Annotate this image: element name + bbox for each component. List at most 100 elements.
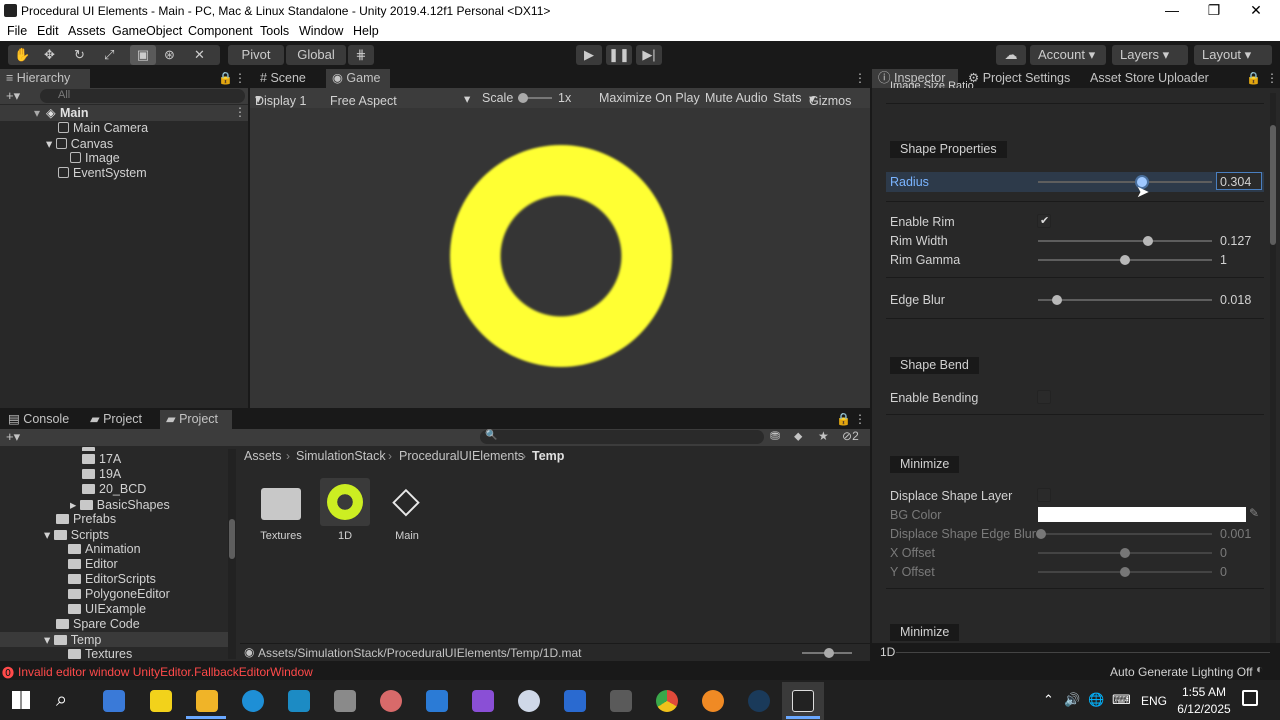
edge-blur-value[interactable]: 0.018	[1220, 293, 1251, 307]
blender-icon[interactable]	[702, 690, 724, 712]
icon-size-slider-knob[interactable]	[824, 648, 834, 658]
rim-width-slider-knob[interactable]	[1142, 236, 1153, 246]
menu-assets[interactable]: Assets	[68, 24, 106, 38]
network-icon[interactable]: 🌐	[1088, 692, 1104, 708]
menu-help[interactable]: Help	[353, 24, 379, 38]
grid-snap-icon[interactable]: ⋕	[348, 45, 374, 65]
status-error-message[interactable]: Invalid editor window UnityEditor.Fallba…	[18, 665, 313, 679]
pivot-toggle[interactable]: Pivot	[228, 45, 284, 65]
inspector-scrollbar[interactable]	[1270, 93, 1276, 653]
tree-item-scripts[interactable]: ▾ Scripts	[44, 527, 109, 542]
clock-time[interactable]: 1:55 AM	[1174, 685, 1234, 699]
tree-item-editorscripts[interactable]: EditorScripts	[68, 572, 156, 587]
lighting-status[interactable]: Auto Generate Lighting Off	[1110, 665, 1253, 679]
tree-item-polygoneeditor[interactable]: PolygoneEditor	[68, 587, 170, 602]
move-tool-icon[interactable]: ✥	[44, 45, 55, 65]
filter-label-icon[interactable]: ⬥	[794, 429, 802, 444]
menu-window[interactable]: Window	[299, 24, 343, 38]
notifications-icon[interactable]	[1242, 690, 1258, 706]
hidden-packages-icon[interactable]: ⊘2	[842, 429, 859, 443]
hierarchy-item-main-camera[interactable]: Main Camera	[58, 121, 148, 136]
display-dropdown[interactable]: Display 1 ▾	[255, 91, 306, 108]
global-toggle[interactable]: Global	[286, 45, 346, 65]
tree-item-uiexample[interactable]: UIExample	[68, 602, 146, 617]
rim-width-value[interactable]: 0.127	[1220, 234, 1251, 248]
tree-item-spare-code[interactable]: Spare Code	[56, 617, 140, 632]
favorites-icon[interactable]: ★	[818, 429, 829, 443]
create-icon[interactable]: +▾	[6, 429, 20, 445]
tab-asset-store-uploader[interactable]: Asset Store Uploader	[1084, 69, 1234, 88]
enable-rim-checkbox[interactable]: ✔	[1037, 214, 1051, 228]
keyboard-icon[interactable]: ⌨	[1112, 692, 1131, 708]
filter-type-icon[interactable]: ⛃	[770, 429, 780, 443]
hierarchy-search-input[interactable]: All	[40, 89, 245, 103]
game-viewport[interactable]	[250, 108, 870, 408]
hierarchy-item-eventsystem[interactable]: EventSystem	[58, 166, 147, 181]
scene-row[interactable]: ▾ ◈ Main ⋮	[0, 105, 248, 121]
eyedropper-icon[interactable]: ✎	[1249, 506, 1259, 520]
language-indicator[interactable]: ENG	[1141, 694, 1167, 708]
inspector-lock-icon[interactable]: 🔒	[1246, 71, 1261, 85]
minimize-button[interactable]: —	[1150, 0, 1194, 22]
store-icon[interactable]	[103, 690, 125, 712]
asset-textures-folder[interactable]	[260, 482, 302, 522]
y-offset-slider-knob[interactable]	[1120, 567, 1130, 577]
vscode-icon[interactable]	[426, 690, 448, 712]
hierarchy-item-image[interactable]: Image	[70, 151, 120, 166]
tree-item-prefabs[interactable]: Prefabs	[56, 512, 116, 527]
unity-scene-icon[interactable]: ◇	[384, 480, 428, 524]
remote-desktop-icon[interactable]	[288, 690, 310, 712]
tree-scroll-thumb[interactable]	[229, 519, 235, 559]
tab-scene[interactable]: # Scene	[254, 69, 324, 88]
menu-gameobject[interactable]: GameObject	[112, 24, 182, 38]
settings-app-icon[interactable]	[564, 690, 586, 712]
enable-bending-checkbox[interactable]	[1037, 390, 1051, 404]
x-offset-slider-knob[interactable]	[1120, 548, 1130, 558]
edge-browser-icon[interactable]	[242, 690, 264, 712]
add-icon[interactable]: +▾	[6, 88, 20, 104]
steam-icon[interactable]	[748, 690, 770, 712]
rim-gamma-value[interactable]: 1	[1220, 253, 1227, 267]
tab-hierarchy[interactable]: ≡ Hierarchy	[0, 69, 90, 88]
step-button[interactable]: ▶|	[636, 45, 662, 65]
visual-studio-icon[interactable]	[472, 690, 494, 712]
layout-dropdown[interactable]: Layout ▾	[1194, 45, 1272, 65]
rotate-tool-icon[interactable]: ↻	[74, 45, 85, 65]
tree-item-basicshapes[interactable]: ▸ BasicShapes	[70, 497, 170, 512]
tree-item-temp[interactable]: ▾ Temp	[0, 632, 228, 647]
bg-color-swatch[interactable]	[1038, 507, 1246, 522]
breadcrumb-proceduraluielements[interactable]: ProceduralUIElements	[399, 449, 524, 463]
calculator-icon[interactable]	[334, 690, 356, 712]
menu-edit[interactable]: Edit	[37, 24, 59, 38]
expand-arrow-icon[interactable]: ▾	[34, 106, 40, 120]
tab-game[interactable]: ◉ Game	[326, 69, 390, 88]
breadcrumb-temp[interactable]: Temp	[532, 449, 564, 463]
play-button[interactable]: ▶	[576, 45, 602, 65]
unity-taskbar-button[interactable]	[782, 682, 824, 720]
project-lock-icon[interactable]: 🔒	[836, 412, 851, 426]
maximize-on-play-toggle[interactable]: Maximize On Play	[599, 91, 700, 105]
stats-toggle[interactable]: Stats	[773, 91, 802, 105]
inspector-scroll-thumb[interactable]	[1270, 125, 1276, 245]
project-more-icon[interactable]: ⋮	[854, 412, 866, 426]
breadcrumb-simulationstack[interactable]: SimulationStack	[296, 449, 386, 463]
tree-item-animation[interactable]: Animation	[68, 542, 141, 557]
transform-tool-icon[interactable]: ⊛	[164, 45, 175, 65]
inspector-more-icon[interactable]: ⋮	[1266, 71, 1278, 85]
custom-tool-icon[interactable]: ✕	[194, 45, 205, 65]
breadcrumb-assets[interactable]: Assets	[244, 449, 282, 463]
scene-menu-icon[interactable]: ⋮	[234, 105, 246, 119]
tray-chevron-icon[interactable]: ⌃	[1043, 692, 1054, 708]
windows-start-icon[interactable]	[12, 691, 30, 709]
account-dropdown[interactable]: Account ▾	[1030, 45, 1106, 65]
gizmos-dropdown[interactable]: Gizmos ▾	[809, 91, 851, 108]
paint-icon[interactable]	[380, 690, 402, 712]
rect-tool-icon[interactable]: ▣	[130, 45, 156, 65]
radius-slider[interactable]	[1038, 181, 1212, 183]
cloud-icon[interactable]: ☁	[996, 45, 1026, 65]
tab-console[interactable]: ▤ Console	[2, 410, 78, 429]
tree-scrollbar[interactable]	[228, 449, 236, 659]
lock-icon[interactable]: 🔒	[218, 71, 233, 85]
aspect-dropdown-arrow-icon[interactable]: ▾	[464, 91, 470, 106]
clock-date[interactable]: 6/12/2025	[1170, 702, 1238, 716]
